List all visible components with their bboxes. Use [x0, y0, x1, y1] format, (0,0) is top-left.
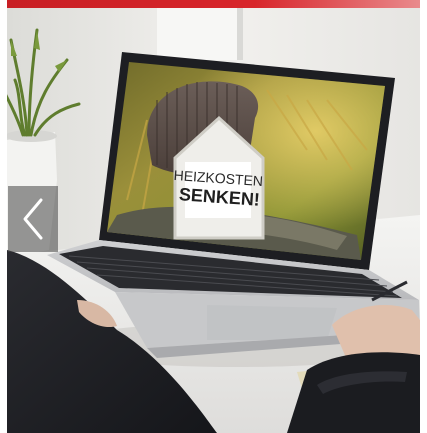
chevron-left-icon	[23, 198, 43, 240]
carousel-prev-button[interactable]	[8, 186, 58, 252]
top-accent-bar	[7, 0, 420, 8]
sign-line-2: SENKEN!	[178, 184, 260, 210]
carousel-slide: HEIZKOSTEN SENKEN!	[7, 0, 420, 433]
sign-text: HEIZKOSTEN SENKEN!	[173, 167, 263, 210]
